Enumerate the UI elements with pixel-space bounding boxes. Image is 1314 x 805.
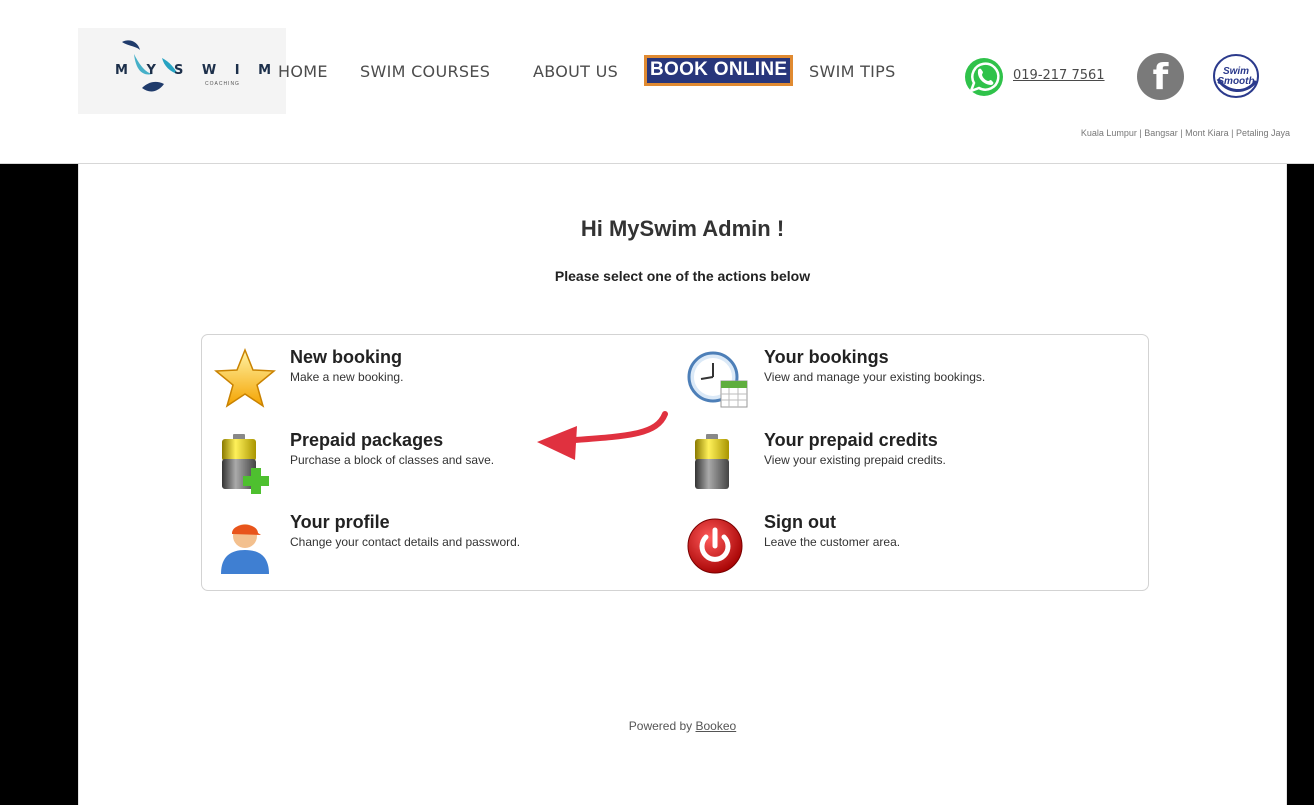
- action-desc: Make a new booking.: [290, 370, 404, 384]
- action-your-bookings[interactable]: Your bookings View and manage your exist…: [687, 347, 1107, 417]
- action-desc: View your existing prepaid credits.: [764, 453, 946, 467]
- action-title: Prepaid packages: [290, 430, 444, 450]
- action-title: New booking: [290, 347, 402, 367]
- action-desc: View and manage your existing bookings.: [764, 370, 986, 384]
- action-desc: Change your contact details and password…: [290, 535, 521, 549]
- action-title: Your prepaid credits: [764, 430, 938, 450]
- site-header: M Y S W I M COACHING HOME SWIM COURSES A…: [0, 0, 1314, 164]
- action-sign-out[interactable]: Sign out Leave the customer area.: [687, 512, 1107, 582]
- power-icon: [687, 518, 743, 574]
- user-icon: [221, 524, 269, 574]
- instructions-text: Please select one of the actions below: [554, 268, 811, 284]
- action-your-profile[interactable]: Your profile Change your contact details…: [213, 512, 633, 582]
- customer-area-panel: Hi MySwim Admin ! Please select one of t…: [78, 164, 1287, 805]
- logo-subtext: COACHING: [205, 81, 240, 87]
- nav-book-online[interactable]: BOOK ONLINE: [644, 55, 794, 86]
- star-icon: [214, 347, 276, 408]
- swim-smooth-icon[interactable]: Swim Smooth: [1212, 53, 1260, 99]
- actions-box: New booking Make a new booking. Your boo…: [201, 334, 1149, 591]
- facebook-glyph: f: [1152, 57, 1169, 98]
- phone-link[interactable]: 019-217 7561: [1013, 68, 1105, 83]
- action-title: Sign out: [764, 512, 836, 532]
- svg-text:Smooth: Smooth: [1217, 76, 1254, 87]
- action-desc: Purchase a block of classes and save.: [290, 453, 495, 467]
- bookeo-link[interactable]: Bookeo: [696, 719, 737, 733]
- powered-by-footer: Powered by Bookeo: [79, 719, 1286, 733]
- greeting-heading: Hi MySwim Admin !: [580, 216, 785, 241]
- nav-about-us[interactable]: ABOUT US: [533, 62, 618, 81]
- battery-plus-icon: [222, 434, 269, 494]
- logo-text-my: M Y: [115, 63, 163, 78]
- whatsapp-icon[interactable]: [964, 57, 1004, 97]
- powered-by-text: Powered by: [628, 719, 693, 733]
- nav-home[interactable]: HOME: [278, 62, 328, 81]
- action-new-booking[interactable]: New booking Make a new booking.: [213, 347, 633, 417]
- nav-swim-courses[interactable]: SWIM COURSES: [360, 62, 490, 81]
- myswim-logo[interactable]: M Y S W I M COACHING: [78, 28, 286, 114]
- facebook-icon[interactable]: f: [1137, 53, 1184, 100]
- locations-text: Kuala Lumpur | Bangsar | Mont Kiara | Pe…: [1080, 128, 1290, 138]
- action-title: Your profile: [290, 512, 390, 532]
- nav-swim-tips[interactable]: SWIM TIPS: [809, 62, 896, 81]
- action-desc: Leave the customer area.: [764, 535, 901, 549]
- logo-text-swim: S W I M: [174, 63, 279, 78]
- annotation-arrow-icon: [537, 411, 668, 460]
- battery-icon: [695, 434, 729, 489]
- clock-calendar-icon: [687, 351, 748, 408]
- action-title: Your bookings: [764, 347, 889, 367]
- action-your-prepaid-credits[interactable]: Your prepaid credits View your existing …: [687, 430, 1107, 500]
